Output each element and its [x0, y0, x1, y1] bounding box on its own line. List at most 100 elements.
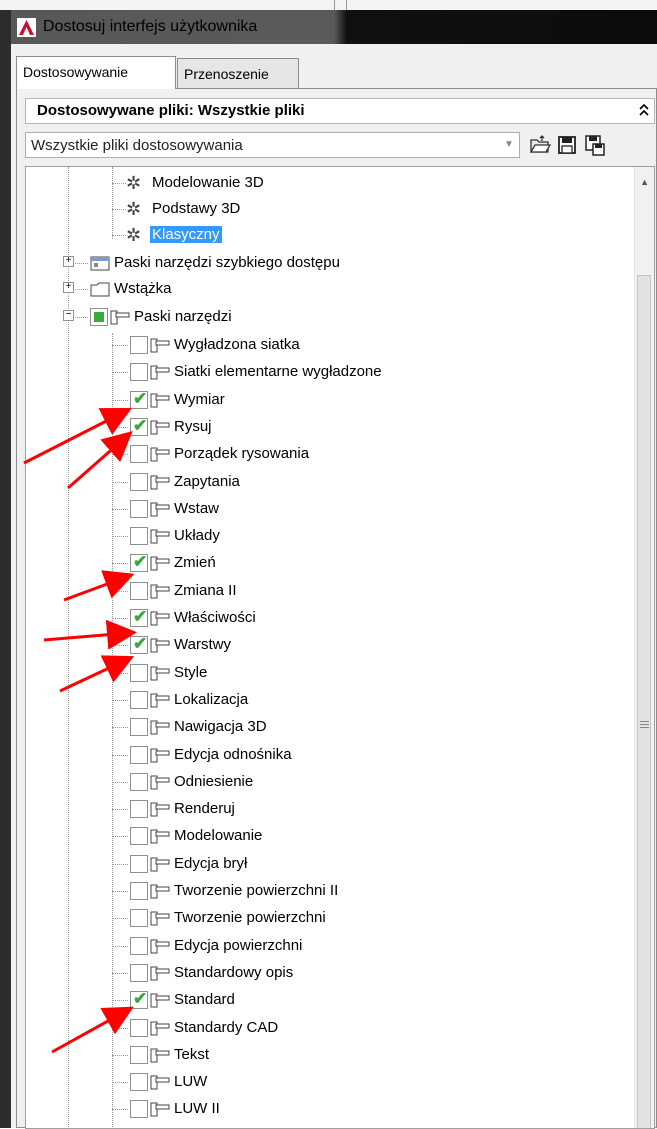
toolbar-icon	[150, 556, 170, 571]
toolbar-label: Tworzenie powierzchni II	[174, 882, 339, 899]
toolbar-checkbox[interactable]	[130, 1046, 148, 1064]
toolbar-item[interactable]: Tworzenie powierzchni II	[26, 879, 626, 905]
toolbar-checkbox[interactable]	[130, 773, 148, 791]
save-as-icon[interactable]	[583, 133, 607, 157]
open-file-icon[interactable]	[528, 133, 552, 157]
toolbar-item[interactable]: Nawigacja 3D	[26, 715, 626, 741]
toolbar-item[interactable]: Wygładzona siatka	[26, 333, 626, 359]
toolbar-item[interactable]: LUW	[26, 1070, 626, 1096]
toolbar-icon	[150, 447, 170, 462]
toolbar-checkbox[interactable]	[130, 855, 148, 873]
toolbar-item[interactable]: LUW II	[26, 1097, 626, 1123]
toolbar-checkbox[interactable]	[130, 473, 148, 491]
toolbar-label: LUW	[174, 1073, 208, 1090]
toolbar-checkbox[interactable]	[130, 1019, 148, 1037]
tree-node-ribbon[interactable]: + Wstążka	[26, 277, 626, 303]
toolbar-label: Siatki elementarne wygładzone	[174, 363, 382, 380]
toolbar-item[interactable]: Renderuj	[26, 797, 626, 823]
toolbar-item[interactable]: Modelowanie	[26, 824, 626, 850]
toolbar-icon	[150, 393, 170, 408]
toolbar-checkbox[interactable]: ✔	[130, 390, 148, 409]
toolbar-item[interactable]: Wstaw	[26, 497, 626, 523]
toolbar-item[interactable]: Style	[26, 661, 626, 687]
toolbar-item[interactable]: Układy	[26, 524, 626, 550]
tree-scrollbar[interactable]: ▲	[634, 167, 654, 1128]
toolbar-icon	[150, 584, 170, 599]
toolbar-checkbox[interactable]	[130, 964, 148, 982]
toolbar-icon	[150, 338, 170, 353]
chevron-down-icon[interactable]: ▼	[499, 133, 519, 157]
toolbar-checkbox[interactable]: ✔	[130, 553, 148, 572]
toolbar-checkbox[interactable]	[130, 937, 148, 955]
tree-item-workspace[interactable]: ✲ Modelowanie 3D	[26, 171, 626, 197]
tab-transfer[interactable]: Przenoszenie	[177, 58, 299, 88]
toolbar-checkbox[interactable]	[130, 500, 148, 518]
toolbar-item[interactable]: Siatki elementarne wygładzone	[26, 360, 626, 386]
section-title: Dostosowywane pliki: Wszystkie pliki	[37, 102, 305, 119]
toolbars-checkbox-partial[interactable]	[90, 308, 108, 326]
toolbar-icon	[150, 420, 170, 435]
toolbar-checkbox[interactable]	[130, 691, 148, 709]
toolbar-item[interactable]: ✔ Standard	[26, 988, 626, 1014]
customization-tree[interactable]: ▲ ✲ Modelowanie 3D ✲ Podstawy 3D ✲ Klasy…	[25, 166, 655, 1129]
toolbar-item[interactable]: Tworzenie powierzchni	[26, 906, 626, 932]
toolbar-item[interactable]: Tekst	[26, 1043, 626, 1069]
toolbar-item[interactable]: ✔ Wymiar	[26, 388, 626, 414]
collapse-chevron-icon[interactable]	[638, 102, 650, 121]
toolbar-checkbox[interactable]: ✔	[130, 990, 148, 1009]
toolbar-label: Porządek rysowania	[174, 445, 310, 462]
toolbar-item[interactable]: ✔ Właściwości	[26, 606, 626, 632]
tree-node-toolbars[interactable]: − Paski narzędzi	[26, 305, 626, 331]
toolbar-item[interactable]: Zmiana II	[26, 579, 626, 605]
collapse-minus-icon[interactable]: −	[63, 310, 74, 321]
tree-item-workspace[interactable]: ✲ Podstawy 3D	[26, 197, 626, 223]
toolbar-checkbox[interactable]: ✔	[130, 608, 148, 627]
toolbar-checkbox[interactable]	[130, 1073, 148, 1091]
ribbon-icon	[90, 282, 110, 297]
toolbar-label: Wstaw	[174, 500, 219, 517]
toolbar-item[interactable]: Odniesienie	[26, 770, 626, 796]
toolbar-checkbox[interactable]	[130, 664, 148, 682]
scroll-up-arrow-icon[interactable]: ▲	[640, 177, 649, 187]
toolbar-checkbox[interactable]: ✔	[130, 635, 148, 654]
toolbar-item[interactable]: ✔ Zmień	[26, 551, 626, 577]
toolbar-checkbox[interactable]	[130, 746, 148, 764]
toolbar-item[interactable]: ✔ Rysuj	[26, 415, 626, 441]
save-icon[interactable]	[555, 133, 579, 157]
background-window-edge	[0, 10, 11, 1128]
toolbar-item[interactable]: Edycja odnośnika	[26, 743, 626, 769]
title-bar[interactable]: Dostosuj interfejs użytkownika	[11, 10, 657, 44]
toolbar-icon	[150, 1102, 170, 1117]
toolbar-item[interactable]: Edycja powierzchni	[26, 934, 626, 960]
toolbar-icon	[150, 502, 170, 517]
toolbar-checkbox[interactable]	[130, 800, 148, 818]
tab-customize[interactable]: Dostosowywanie	[16, 56, 176, 89]
toolbar-item[interactable]: Edycja brył	[26, 852, 626, 878]
toolbar-checkbox[interactable]	[130, 882, 148, 900]
toolbar-item[interactable]: Standardy CAD	[26, 1016, 626, 1042]
toolbar-checkbox[interactable]	[130, 909, 148, 927]
section-header[interactable]: Dostosowywane pliki: Wszystkie pliki	[25, 98, 655, 124]
toolbar-checkbox[interactable]	[130, 1100, 148, 1118]
toolbar-item[interactable]: ✔ Warstwy	[26, 633, 626, 659]
tree-node-quick-access-toolbars[interactable]: + Paski narzędzi szybkiego dostępu	[26, 251, 626, 277]
toolbar-checkbox[interactable]	[130, 827, 148, 845]
toolbar-item[interactable]: Lokalizacja	[26, 688, 626, 714]
toolbar-checkbox[interactable]: ✔	[130, 417, 148, 436]
tree-item-workspace-selected[interactable]: ✲ Klasyczny	[26, 223, 626, 249]
toolbar-item[interactable]: Zapytania	[26, 470, 626, 496]
toolbar-checkbox[interactable]	[130, 527, 148, 545]
toolbar-checkbox[interactable]	[130, 336, 148, 354]
toolbar-item[interactable]: Porządek rysowania	[26, 442, 626, 468]
expand-plus-icon[interactable]: +	[63, 256, 74, 267]
toolbar-checkbox[interactable]	[130, 363, 148, 381]
toolbar-item[interactable]: Standardowy opis	[26, 961, 626, 987]
toolbar-checkbox[interactable]	[130, 718, 148, 736]
expand-plus-icon[interactable]: +	[63, 282, 74, 293]
toolbar-checkbox[interactable]	[130, 582, 148, 600]
customization-files-dropdown[interactable]: Wszystkie pliki dostosowywania ▼	[25, 132, 520, 158]
tree-item-label: Paski narzędzi szybkiego dostępu	[114, 254, 340, 271]
toolbar-icon	[150, 1048, 170, 1063]
toolbar-checkbox[interactable]	[130, 445, 148, 463]
scrollbar-thumb[interactable]	[637, 275, 651, 1128]
